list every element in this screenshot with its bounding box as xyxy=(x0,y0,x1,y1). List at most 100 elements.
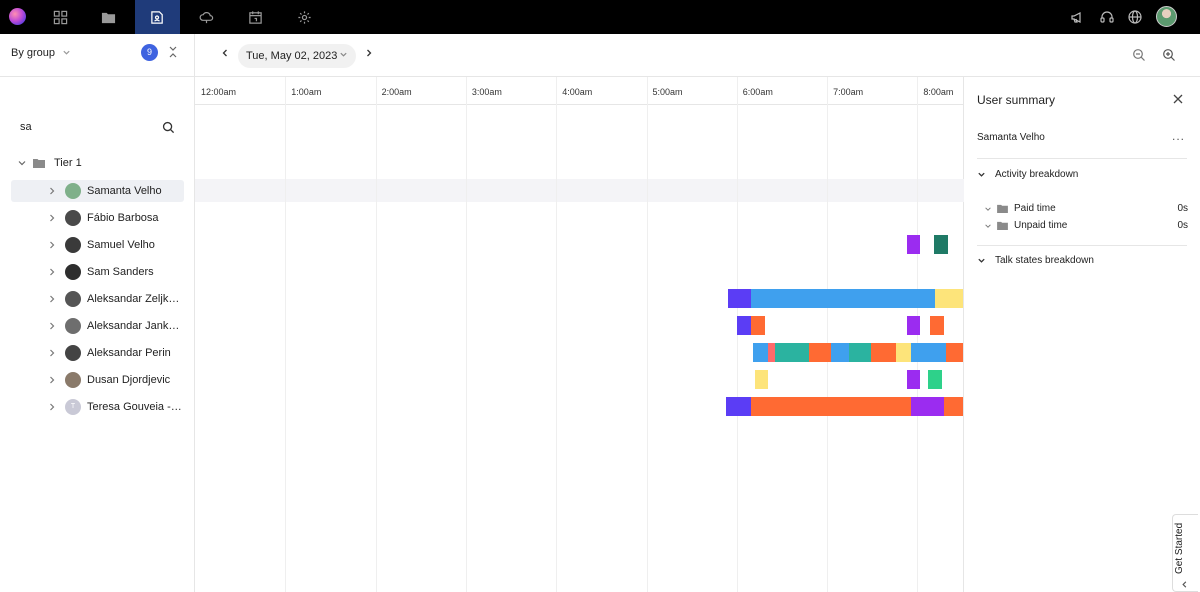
folder-icon xyxy=(997,204,1008,213)
avatar xyxy=(65,318,81,334)
chevron-down-icon[interactable] xyxy=(17,158,27,168)
user-name: Aleksandar Zeljko... xyxy=(87,293,182,305)
chevron-down-icon[interactable] xyxy=(62,48,71,57)
user-summary-panel: User summary Samanta Velho ... Activity … xyxy=(964,77,1200,592)
collapse-all-icon[interactable] xyxy=(168,45,178,59)
talk-states-toggle[interactable]: Talk states breakdown xyxy=(977,255,1094,266)
talk-states-label: Talk states breakdown xyxy=(995,255,1094,266)
divider xyxy=(977,245,1187,246)
user-name: Sam Sanders xyxy=(87,266,154,278)
megaphone-icon[interactable] xyxy=(1070,9,1086,25)
chevron-right-icon[interactable] xyxy=(47,321,57,331)
hour-gridline xyxy=(827,77,829,592)
activity-segment[interactable] xyxy=(774,343,810,362)
avatar xyxy=(65,345,81,361)
globe-icon[interactable] xyxy=(1127,9,1143,25)
user-row[interactable]: Aleksandar Zeljko... xyxy=(11,288,184,310)
activity-segment[interactable] xyxy=(906,370,921,389)
zoom-in-icon[interactable] xyxy=(1162,48,1176,62)
activity-segment[interactable] xyxy=(928,370,942,389)
user-avatar[interactable] xyxy=(1156,6,1177,27)
activity-segment[interactable] xyxy=(830,343,849,362)
chevron-right-icon[interactable] xyxy=(47,186,57,196)
chevron-right-icon[interactable] xyxy=(47,348,57,358)
chevron-down-icon xyxy=(985,206,991,211)
zoom-out-icon[interactable] xyxy=(1132,48,1146,62)
app-root: By group 9 Tier 1 Samanta Velho Fábio Bar… xyxy=(0,0,1200,592)
date-picker[interactable]: Tue, May 02, 2023 xyxy=(238,44,356,68)
user-row[interactable]: Aleksandar Janko... xyxy=(11,315,184,337)
close-icon[interactable] xyxy=(1172,93,1184,105)
activity-segment[interactable] xyxy=(754,370,769,389)
chevron-right-icon[interactable] xyxy=(47,402,57,412)
user-row[interactable]: Samanta Velho xyxy=(11,180,184,202)
more-options-button[interactable]: ... xyxy=(1172,129,1185,143)
activity-segment[interactable] xyxy=(933,235,949,254)
activity-breakdown-toggle[interactable]: Activity breakdown xyxy=(977,169,1078,180)
activity-segment[interactable] xyxy=(895,343,912,362)
activity-segment[interactable] xyxy=(906,235,921,254)
activity-segment[interactable] xyxy=(911,343,947,362)
activity-segment[interactable] xyxy=(809,343,831,362)
activity-segment[interactable] xyxy=(725,397,752,416)
activity-segment[interactable] xyxy=(751,316,765,335)
activity-segment[interactable] xyxy=(871,343,896,362)
activity-segment[interactable] xyxy=(736,316,752,335)
unpaid-time-value: 0s xyxy=(1177,220,1188,231)
hour-gridline xyxy=(285,77,287,592)
calendar-icon xyxy=(249,10,262,24)
activity-segment[interactable] xyxy=(727,289,752,308)
cloud-icon xyxy=(199,11,214,23)
previous-day-button[interactable] xyxy=(218,47,232,61)
hour-label: 6:00am xyxy=(742,87,773,97)
count-badge: 9 xyxy=(141,44,158,61)
get-started-label: Get Started xyxy=(1174,522,1185,574)
top-nav xyxy=(0,0,1200,34)
user-row[interactable]: Fábio Barbosa xyxy=(11,207,184,229)
activity-segment[interactable] xyxy=(930,316,945,335)
next-day-button[interactable] xyxy=(362,47,376,61)
user-row[interactable]: Dusan Djordjevic xyxy=(11,369,184,391)
chevron-right-icon[interactable] xyxy=(47,375,57,385)
activity-segment[interactable] xyxy=(753,343,769,362)
folder-nav-button[interactable] xyxy=(86,0,131,34)
tier-group-row[interactable]: Tier 1 xyxy=(11,153,184,173)
chevron-down-icon xyxy=(978,172,985,177)
unpaid-time-row[interactable]: Unpaid time 0s xyxy=(984,220,1188,231)
activity-segment[interactable] xyxy=(848,343,872,362)
activity-segment[interactable] xyxy=(906,316,921,335)
divider xyxy=(977,158,1187,159)
activity-segment[interactable] xyxy=(751,289,936,308)
chevron-left-icon[interactable] xyxy=(1180,580,1189,589)
chevron-right-icon[interactable] xyxy=(47,294,57,304)
settings-nav-button[interactable] xyxy=(282,0,327,34)
user-row[interactable]: Samuel Velho xyxy=(11,234,184,256)
group-by-dropdown[interactable]: By group xyxy=(11,47,55,59)
cloud-nav-button[interactable] xyxy=(184,0,229,34)
activity-segment[interactable] xyxy=(751,397,912,416)
dashboard-nav-button[interactable] xyxy=(38,0,83,34)
activity-segment[interactable] xyxy=(935,289,963,308)
activity-segment[interactable] xyxy=(946,343,963,362)
activity-segment[interactable] xyxy=(944,397,963,416)
headset-icon[interactable] xyxy=(1099,9,1115,25)
paid-time-value: 0s xyxy=(1177,203,1188,214)
people-nav-button[interactable] xyxy=(135,0,180,34)
unpaid-time-label: Unpaid time xyxy=(1014,220,1068,231)
chevron-right-icon[interactable] xyxy=(47,240,57,250)
chevron-right-icon[interactable] xyxy=(47,213,57,223)
timeline-header-divider xyxy=(195,104,964,105)
search-input[interactable] xyxy=(11,117,161,137)
summary-title: User summary xyxy=(977,93,1056,107)
hour-label: 7:00am xyxy=(833,87,864,97)
hour-gridline xyxy=(465,77,467,592)
user-row[interactable]: Sam Sanders xyxy=(11,261,184,283)
paid-time-row[interactable]: Paid time 0s xyxy=(984,203,1188,214)
chevron-right-icon[interactable] xyxy=(47,267,57,277)
activity-segment[interactable] xyxy=(911,397,945,416)
logo-icon[interactable] xyxy=(9,8,26,25)
user-row[interactable]: T Teresa Gouveia - ... xyxy=(11,396,184,418)
calendar-nav-button[interactable] xyxy=(233,0,278,34)
user-row[interactable]: Aleksandar Perin xyxy=(11,342,184,364)
search-icon[interactable] xyxy=(162,121,175,134)
